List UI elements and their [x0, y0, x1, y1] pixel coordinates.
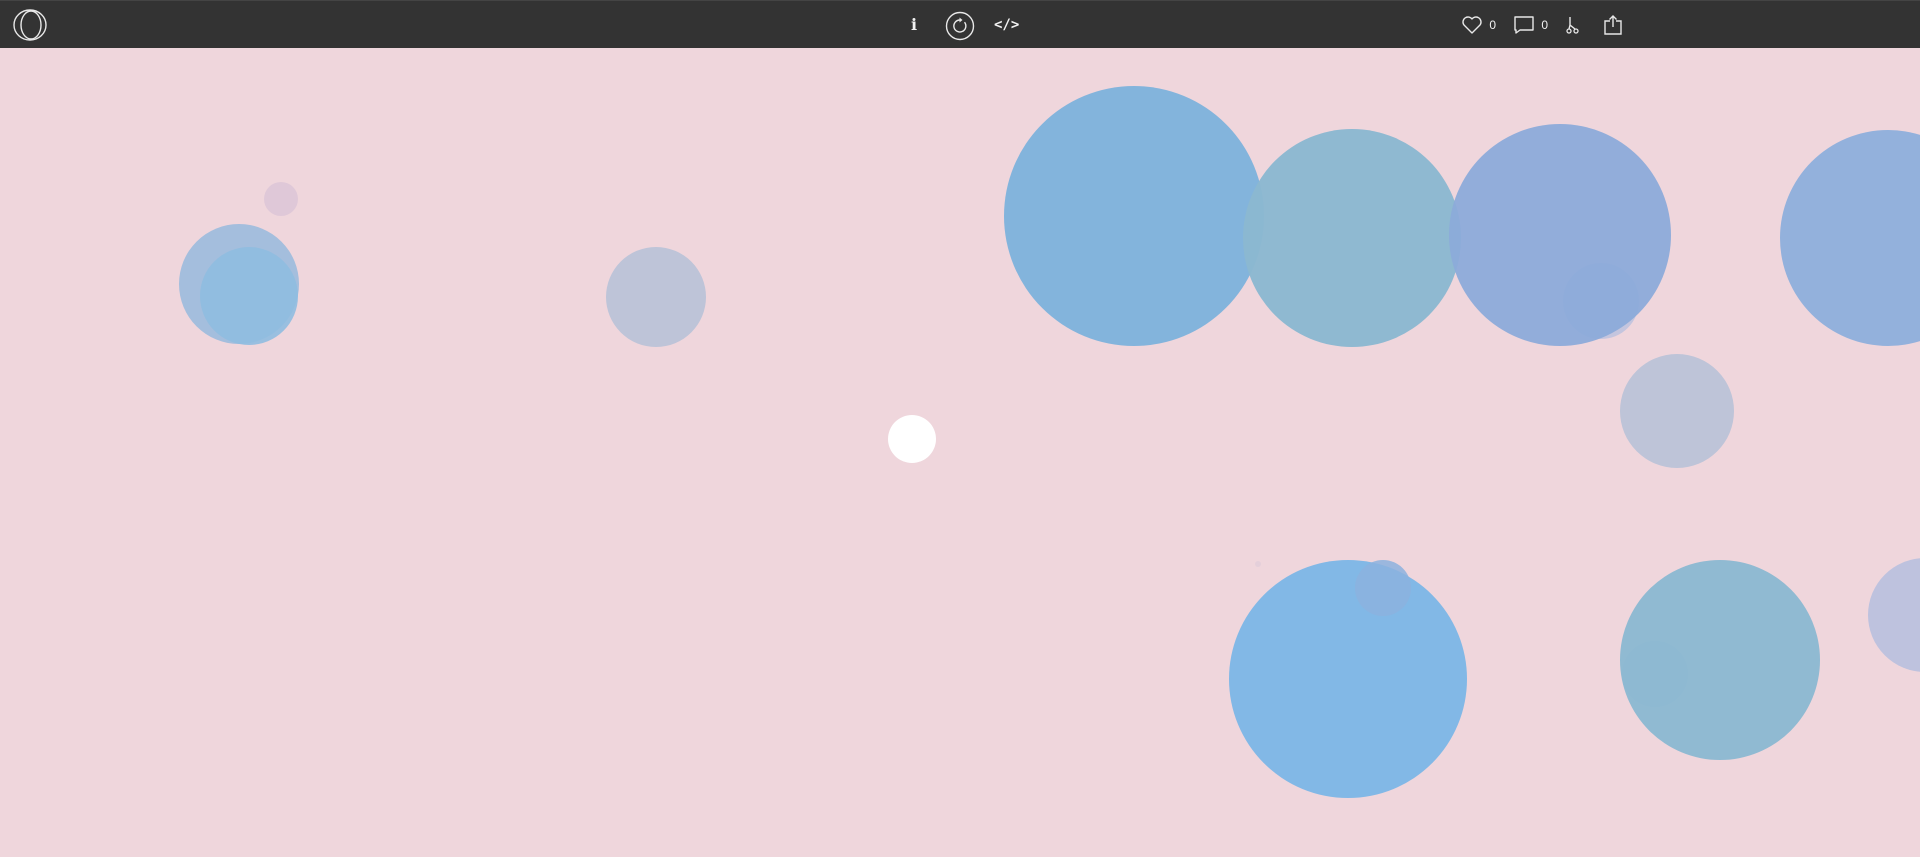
- comment-count: 0: [1541, 18, 1548, 32]
- comment-icon: [1514, 16, 1535, 34]
- fork-button[interactable]: [1565, 13, 1583, 37]
- bubble: [1449, 124, 1671, 346]
- share-button[interactable]: [1603, 13, 1623, 37]
- like-count: 0: [1489, 18, 1496, 32]
- heart-icon: [1462, 16, 1483, 34]
- comment-button[interactable]: 0: [1513, 13, 1548, 37]
- bubble: [1255, 561, 1261, 567]
- bubble: [200, 247, 298, 345]
- code-button[interactable]: </>: [994, 13, 1019, 37]
- bubble: [1229, 560, 1467, 798]
- bubble: [1868, 558, 1920, 672]
- bubble: [606, 247, 706, 347]
- bubble: [1243, 129, 1461, 347]
- reload-button[interactable]: [945, 11, 975, 41]
- pointer-dot: [888, 415, 936, 463]
- bubbles: [179, 86, 1920, 798]
- like-button[interactable]: 0: [1461, 13, 1496, 37]
- sketch-controls: i </>: [0, 1, 1920, 49]
- reload-icon: [945, 11, 975, 41]
- sketch-canvas[interactable]: [0, 48, 1920, 857]
- fork-icon: [1566, 17, 1579, 34]
- bubble: [1620, 560, 1820, 760]
- share-icon: [1604, 15, 1622, 35]
- bubble: [1355, 560, 1411, 616]
- top-toolbar: i </> 0 0: [0, 0, 1920, 48]
- bubble: [1620, 354, 1734, 468]
- bubble: [1780, 130, 1920, 346]
- bubble: [1004, 86, 1264, 346]
- bubble-field: [179, 86, 1920, 798]
- info-button[interactable]: i: [905, 13, 923, 37]
- bubble: [264, 182, 298, 216]
